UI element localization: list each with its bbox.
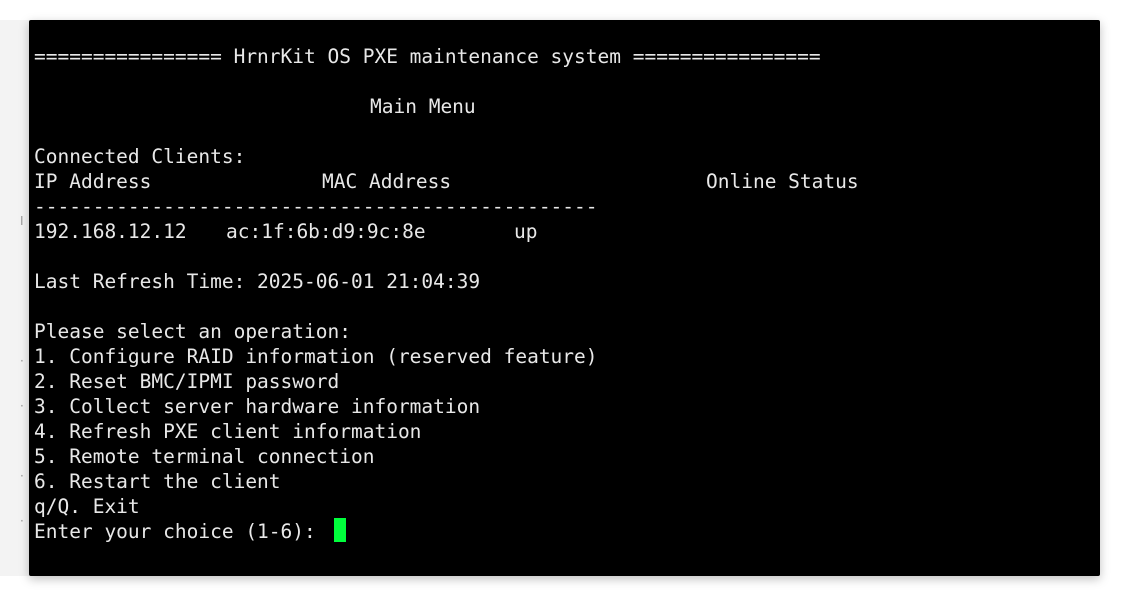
client-row-ip: 192.168.12.12 — [34, 220, 187, 243]
menu-title: Main Menu — [370, 95, 476, 118]
strip-glyph: · — [20, 354, 24, 368]
left-sidebar-strip: I · · · · — [0, 20, 31, 576]
menu-option-1: 1. Configure RAID information (reserved … — [34, 345, 598, 368]
menu-option-4: 4. Refresh PXE client information — [34, 420, 422, 443]
choice-input-prompt[interactable]: Enter your choice (1-6): — [34, 519, 328, 544]
strip-glyph: · — [20, 514, 24, 528]
menu-option-exit: q/Q. Exit — [34, 495, 140, 518]
table-separator: ----------------------------------------… — [34, 195, 598, 218]
last-refresh-time: Last Refresh Time: 2025-06-01 21:04:39 — [34, 270, 481, 293]
menu-option-6: 6. Restart the client — [34, 470, 281, 493]
terminal-window[interactable]: ================ HrnrKit OS PXE maintena… — [29, 20, 1100, 576]
strip-glyph: I — [20, 214, 24, 228]
table-header-mac: MAC Address — [322, 170, 452, 193]
clients-heading: Connected Clients: — [34, 145, 246, 168]
strip-glyph: · — [20, 399, 24, 413]
menu-option-3: 3. Collect server hardware information — [34, 395, 481, 418]
strip-glyph: · — [20, 469, 24, 483]
menu-option-2: 2. Reset BMC/IPMI password — [34, 370, 340, 393]
client-row-status: up — [514, 220, 538, 243]
banner-line: ================ HrnrKit OS PXE maintena… — [34, 45, 821, 68]
client-row-mac: ac:1f:6b:d9:9c:8e — [226, 220, 426, 243]
terminal-cursor[interactable] — [334, 518, 346, 542]
menu-option-5: 5. Remote terminal connection — [34, 445, 375, 468]
operation-prompt-heading: Please select an operation: — [34, 320, 351, 343]
table-header-ip: IP Address — [34, 170, 152, 193]
table-header-status: Online Status — [706, 170, 859, 193]
